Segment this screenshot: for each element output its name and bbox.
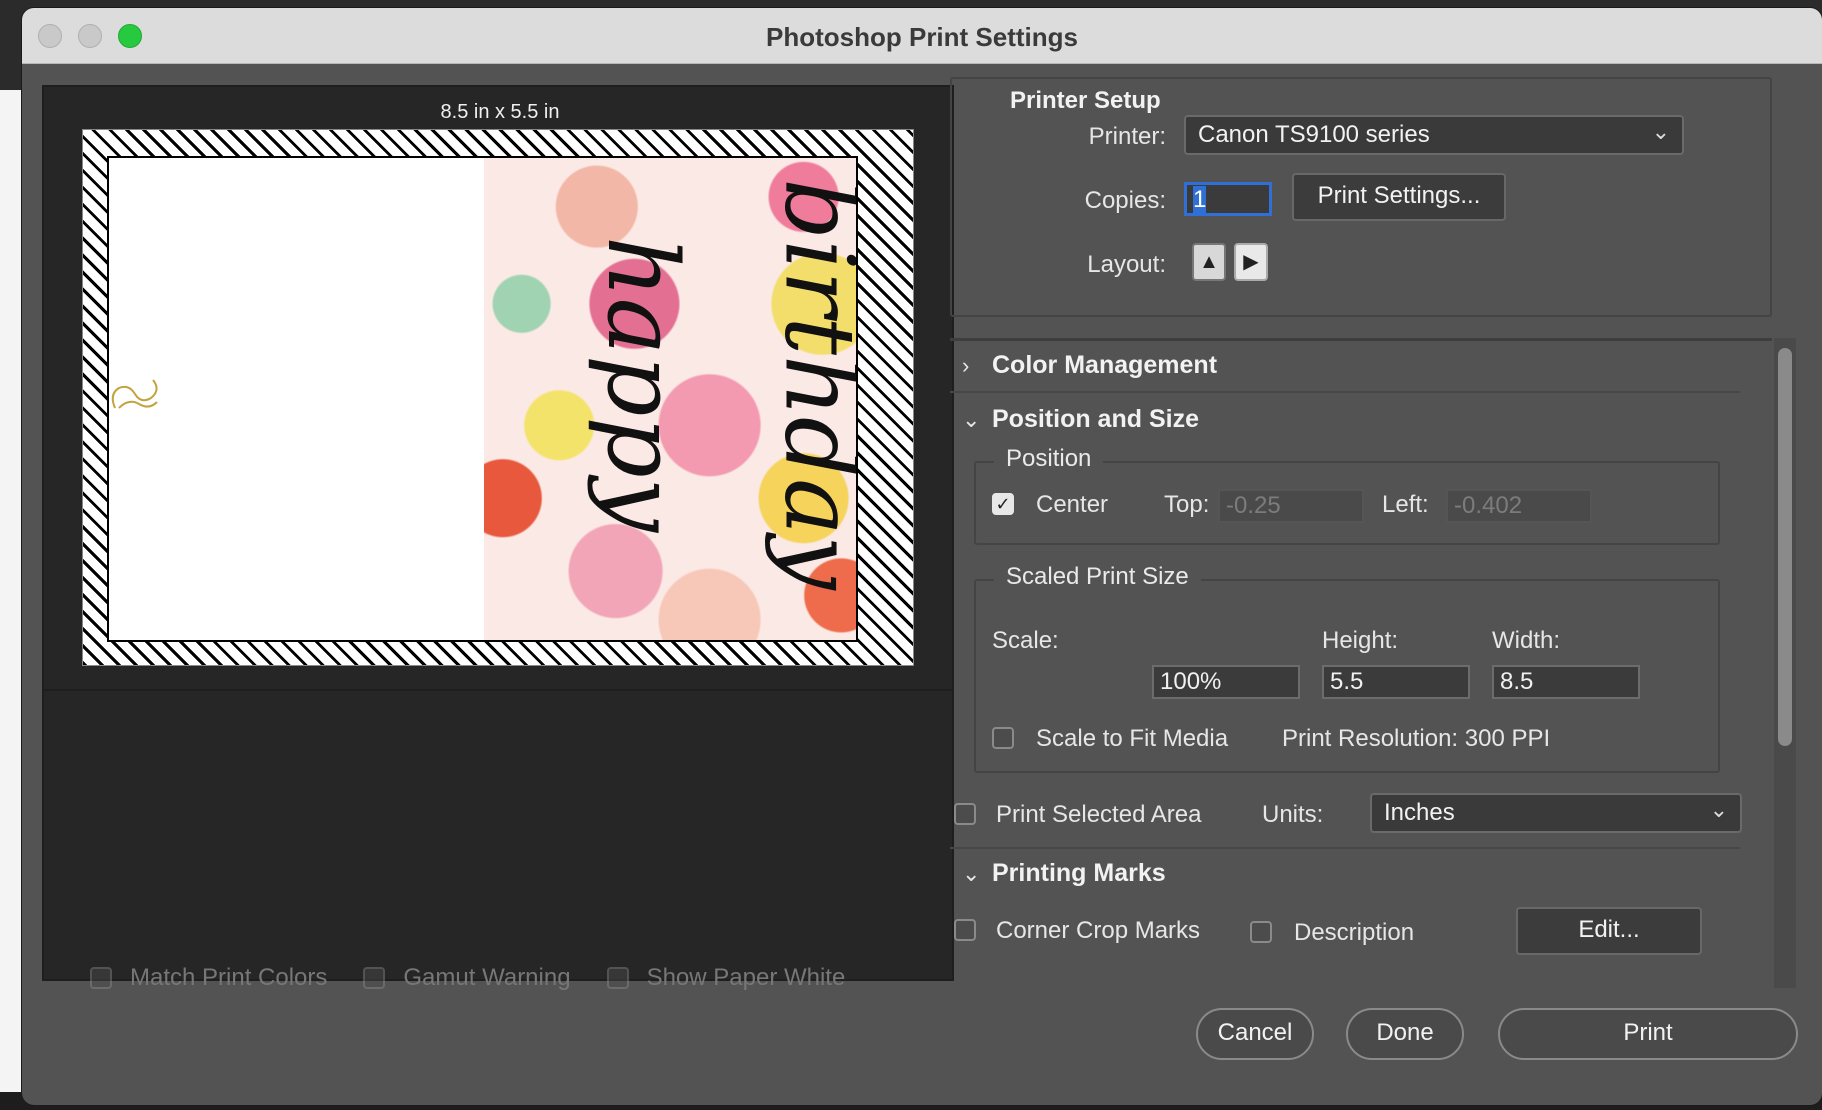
width-label: Width: (1492, 627, 1561, 654)
scale-to-fit-label: Scale to Fit Media (1036, 725, 1229, 752)
scale-label: Scale: (992, 627, 1059, 654)
print-settings-button[interactable]: Print Settings... (1292, 173, 1506, 221)
left-input[interactable]: -0.402 (1446, 489, 1592, 523)
preview-options: Match Print Colors Gamut Warning Show Pa… (90, 964, 881, 992)
top-label: Top: (1164, 491, 1210, 518)
center-label: Center (1036, 491, 1109, 518)
print-preview: 8.5 in x 5.5 in happy birthday (42, 85, 954, 981)
scrollbar-thumb[interactable] (1778, 348, 1792, 746)
show-paper-white-option[interactable]: Show Paper White (606, 964, 846, 992)
show-paper-white-label: Show Paper White (646, 964, 846, 991)
scaled-print-size-legend: Scaled Print Size (994, 563, 1201, 591)
gamut-warning-checkbox[interactable] (363, 967, 386, 989)
printing-marks-title: Printing Marks (992, 859, 1166, 887)
title-bar: Photoshop Print Settings (22, 8, 1822, 64)
color-management-header[interactable]: › Color Management (950, 341, 1740, 393)
left-value: -0.402 (1454, 492, 1523, 519)
height-input[interactable]: 5.5 (1322, 665, 1470, 699)
settings-scrollbar[interactable] (1774, 338, 1796, 988)
copies-input[interactable]: 1 (1184, 182, 1272, 216)
units-select[interactable]: Inches ⌄ (1370, 793, 1742, 833)
window-title: Photoshop Print Settings (766, 22, 1078, 52)
width-value: 8.5 (1500, 668, 1534, 695)
layout-label: Layout: (1087, 251, 1166, 278)
scale-input[interactable]: 100% (1152, 665, 1300, 699)
color-management-title: Color Management (992, 351, 1218, 379)
top-value: -0.25 (1226, 492, 1281, 519)
edit-description-button[interactable]: Edit... (1516, 907, 1702, 955)
copies-label: Copies: (1084, 187, 1166, 214)
top-input[interactable]: -0.25 (1218, 489, 1364, 523)
match-print-colors-checkbox[interactable] (90, 967, 112, 989)
copies-value: 1 (1193, 186, 1207, 213)
portrait-layout-icon[interactable]: ▲ (1192, 243, 1226, 281)
landscape-layout-icon[interactable]: ▶ (1234, 243, 1268, 281)
height-value: 5.5 (1330, 668, 1364, 695)
logo-icon (111, 379, 158, 409)
description-checkbox[interactable] (1250, 921, 1272, 943)
printer-select-value: Canon TS9100 series (1198, 121, 1430, 148)
printing-marks-header[interactable]: ⌄ Printing Marks (950, 847, 1740, 899)
width-input[interactable]: 8.5 (1492, 665, 1640, 699)
scale-to-fit-checkbox[interactable] (992, 727, 1014, 749)
chevron-down-icon: ⌄ (962, 861, 981, 886)
chevron-down-icon: ⌄ (962, 407, 981, 432)
gamut-warning-option[interactable]: Gamut Warning (363, 964, 571, 992)
units-label: Units: (1262, 801, 1324, 828)
left-label: Left: (1382, 491, 1429, 518)
scale-value: 100% (1160, 668, 1222, 695)
position-legend: Position (994, 445, 1104, 473)
logo-watermark (109, 372, 163, 418)
position-fieldset: Position ✓ Center Top: -0.25 Left: -0.40… (974, 445, 1720, 545)
settings-scroll-panel[interactable]: › Color Management ⌄ Position and Size P… (950, 338, 1772, 988)
print-button[interactable]: Print (1498, 1008, 1798, 1060)
cancel-button[interactable]: Cancel (1196, 1008, 1314, 1060)
artwork-text-happy: happy (586, 235, 699, 533)
corner-crop-marks-checkbox[interactable] (954, 919, 976, 941)
printable-area[interactable]: happy birthday (107, 156, 858, 642)
position-size-header[interactable]: ⌄ Position and Size (950, 395, 1740, 447)
chevron-down-icon: ⌄ (1651, 119, 1670, 144)
print-selected-area-label: Print Selected Area (996, 801, 1202, 828)
paper-sheet: happy birthday (82, 129, 914, 666)
center-checkbox[interactable]: ✓ (992, 493, 1014, 515)
match-print-colors-label: Match Print Colors (130, 964, 328, 991)
printer-select[interactable]: Canon TS9100 series ⌄ (1184, 115, 1684, 155)
gamut-warning-label: Gamut Warning (403, 964, 571, 991)
printer-setup-title: Printer Setup (1010, 87, 1161, 114)
desktop-background (0, 90, 22, 1110)
artwork-image: happy birthday (484, 158, 858, 640)
print-resolution-text: Print Resolution: 300 PPI (1282, 725, 1551, 752)
position-size-title: Position and Size (992, 405, 1199, 433)
units-select-value: Inches (1384, 799, 1455, 826)
scaled-print-size-fieldset: Scaled Print Size Scale: Height: Width: … (974, 563, 1720, 773)
chevron-down-icon: ⌄ (1709, 797, 1728, 822)
done-button[interactable]: Done (1346, 1008, 1464, 1060)
show-paper-white-checkbox[interactable] (606, 967, 629, 989)
preview-divider (44, 689, 952, 691)
printer-setup-group: Printer Setup Printer: Canon TS9100 seri… (950, 77, 1772, 317)
paper-size-label: 8.5 in x 5.5 in (440, 101, 560, 123)
description-label: Description (1294, 919, 1415, 946)
printer-label: Printer: (1088, 123, 1166, 150)
height-label: Height: (1322, 627, 1399, 654)
artwork-text-birthday: birthday (763, 178, 858, 590)
print-selected-area-checkbox[interactable] (954, 803, 976, 825)
corner-crop-marks-label: Corner Crop Marks (996, 917, 1201, 944)
match-print-colors-option[interactable]: Match Print Colors (90, 964, 327, 992)
chevron-right-icon: › (962, 353, 970, 378)
